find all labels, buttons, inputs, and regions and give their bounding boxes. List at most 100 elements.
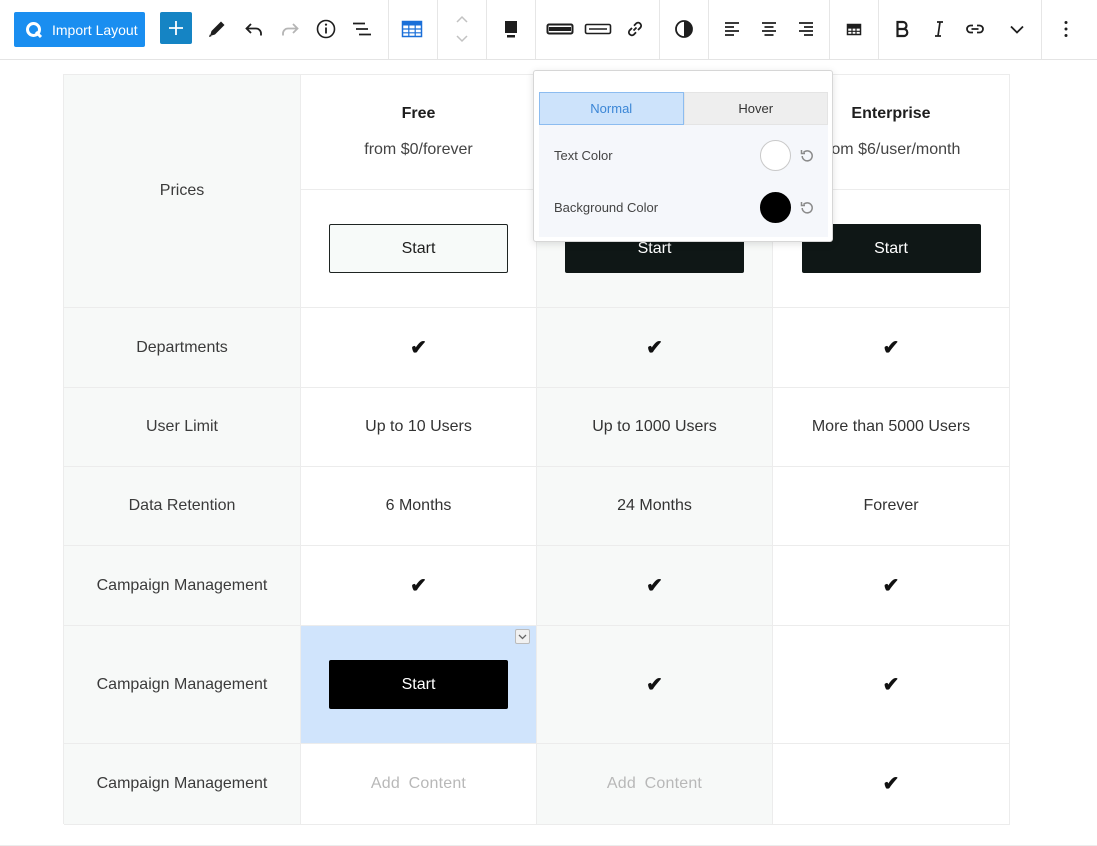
row-header-departments: Departments — [64, 308, 301, 388]
table-cell[interactable]: ✔ — [773, 626, 1010, 744]
state-tabs: Normal Hover — [539, 92, 828, 125]
inline-link-button[interactable] — [963, 17, 987, 41]
cell-text: Forever — [863, 497, 919, 514]
toolbar-divider — [829, 0, 830, 59]
row-header-label: User Limit — [145, 418, 218, 435]
toolbar-divider — [1041, 0, 1042, 59]
italic-button[interactable] — [927, 17, 951, 41]
background-color-swatch[interactable] — [760, 191, 791, 223]
border-bold-icon — [546, 23, 574, 35]
table-icon — [401, 20, 423, 38]
edit-tool-button[interactable] — [205, 17, 229, 41]
more-rich-text-button[interactable] — [1005, 17, 1029, 41]
move-block-control[interactable] — [450, 12, 474, 46]
editor-toolbar: Import Layout — [0, 0, 1097, 60]
row-header-user-limit: User Limit — [64, 388, 301, 467]
align-left-button[interactable] — [721, 17, 745, 41]
row-header-campaign-management: Campaign Management — [64, 744, 301, 825]
color-settings-panel: Text Color Background Color — [539, 125, 828, 237]
row-header-campaign-management: Campaign Management — [64, 546, 301, 626]
plan-header-free[interactable]: Free from $0/forever — [301, 75, 537, 190]
border-thin-icon — [584, 23, 612, 35]
toolbar-divider — [486, 0, 487, 59]
info-icon — [316, 19, 336, 39]
align-center-button[interactable] — [757, 17, 781, 41]
row-header-data-retention: Data Retention — [64, 467, 301, 546]
table-settings-button[interactable] — [842, 17, 866, 41]
selected-table-cell[interactable]: Start — [301, 626, 537, 744]
table-cell[interactable]: ✔ — [537, 308, 773, 388]
table-cell[interactable]: ✔ — [301, 546, 537, 626]
details-button[interactable] — [314, 17, 338, 41]
undo-button[interactable] — [242, 17, 266, 41]
cell-text: Up to 10 Users — [365, 418, 472, 435]
table-cell[interactable]: 24 Months — [537, 467, 773, 546]
table-cell[interactable]: ✔ — [773, 546, 1010, 626]
inline-link-icon — [966, 24, 984, 34]
tab-hover[interactable]: Hover — [683, 92, 828, 125]
add-icon — [169, 21, 183, 35]
button-link-button[interactable] — [623, 17, 647, 41]
toolbar-divider — [708, 0, 709, 59]
italic-icon — [935, 21, 943, 37]
cell-options-dropdown[interactable] — [515, 629, 530, 644]
row-header-label: Campaign Management — [96, 675, 268, 693]
table-cell[interactable]: ✔ — [301, 308, 537, 388]
table-cell[interactable]: Up to 10 Users — [301, 388, 537, 467]
toolbar-divider — [659, 0, 660, 59]
row-header-label: Prices — [159, 182, 205, 199]
checkmark-icon: ✔ — [882, 574, 900, 597]
toolbar-divider — [437, 0, 438, 59]
table-block-button[interactable] — [400, 17, 424, 41]
options-button[interactable] — [1054, 17, 1078, 41]
pen-icon — [209, 21, 225, 37]
move-up-down-icon — [456, 15, 468, 43]
table-cell[interactable]: ✔ — [773, 744, 1010, 825]
color-fill-icon — [505, 21, 517, 38]
add-content-placeholder[interactable]: Add Content — [607, 775, 702, 793]
table-cell[interactable]: ✔ — [773, 308, 1010, 388]
options-icon — [1064, 21, 1068, 37]
redo-button[interactable] — [278, 17, 302, 41]
table-cell[interactable]: ✔ — [537, 626, 773, 744]
reset-background-color-button[interactable] — [799, 199, 815, 215]
text-color-row: Text Color — [539, 135, 828, 175]
row-header-label: Data Retention — [128, 497, 236, 514]
row-header-prices: Prices — [64, 75, 301, 308]
reset-icon — [800, 202, 813, 214]
tab-normal[interactable]: Normal — [539, 92, 684, 125]
border-thin-button[interactable] — [584, 17, 612, 41]
cell-text: Up to 1000 Users — [592, 418, 717, 435]
checkmark-icon: ✔ — [882, 336, 900, 359]
toolbar-divider — [878, 0, 879, 59]
plan-button-cell-free: Start — [301, 190, 537, 308]
border-bold-button[interactable] — [546, 17, 574, 41]
color-fill-button[interactable] — [499, 17, 523, 41]
checkmark-icon: ✔ — [410, 336, 427, 359]
list-view-button[interactable] — [350, 17, 374, 41]
table-cell[interactable]: ✔ — [537, 546, 773, 626]
background-color-label: Background Color — [554, 199, 659, 215]
text-color-label: Text Color — [554, 147, 613, 163]
checkmark-icon: ✔ — [646, 574, 663, 597]
start-button-selected[interactable]: Start — [329, 660, 508, 709]
table-cell[interactable]: Forever — [773, 467, 1010, 546]
empty-table-cell[interactable]: Add Content — [301, 744, 537, 825]
bold-button[interactable] — [890, 17, 914, 41]
text-color-swatch[interactable] — [760, 139, 791, 171]
table-cell[interactable]: More than 5000 Users — [773, 388, 1010, 467]
table-cell[interactable]: Up to 1000 Users — [537, 388, 773, 467]
reset-text-color-button[interactable] — [799, 147, 815, 163]
background-color-row: Background Color — [539, 187, 828, 227]
checkmark-icon: ✔ — [646, 673, 663, 696]
plan-price: from $0/forever — [364, 141, 473, 158]
add-block-button[interactable] — [160, 12, 192, 44]
start-button-free[interactable]: Start — [329, 224, 508, 273]
empty-table-cell[interactable]: Add Content — [537, 744, 773, 825]
add-content-placeholder[interactable]: Add Content — [371, 775, 466, 793]
table-cell[interactable]: 6 Months — [301, 467, 537, 546]
table-settings-icon — [846, 23, 862, 36]
align-right-button[interactable] — [793, 17, 817, 41]
import-layout-button[interactable]: Import Layout — [14, 12, 145, 47]
contrast-button[interactable] — [672, 17, 696, 41]
